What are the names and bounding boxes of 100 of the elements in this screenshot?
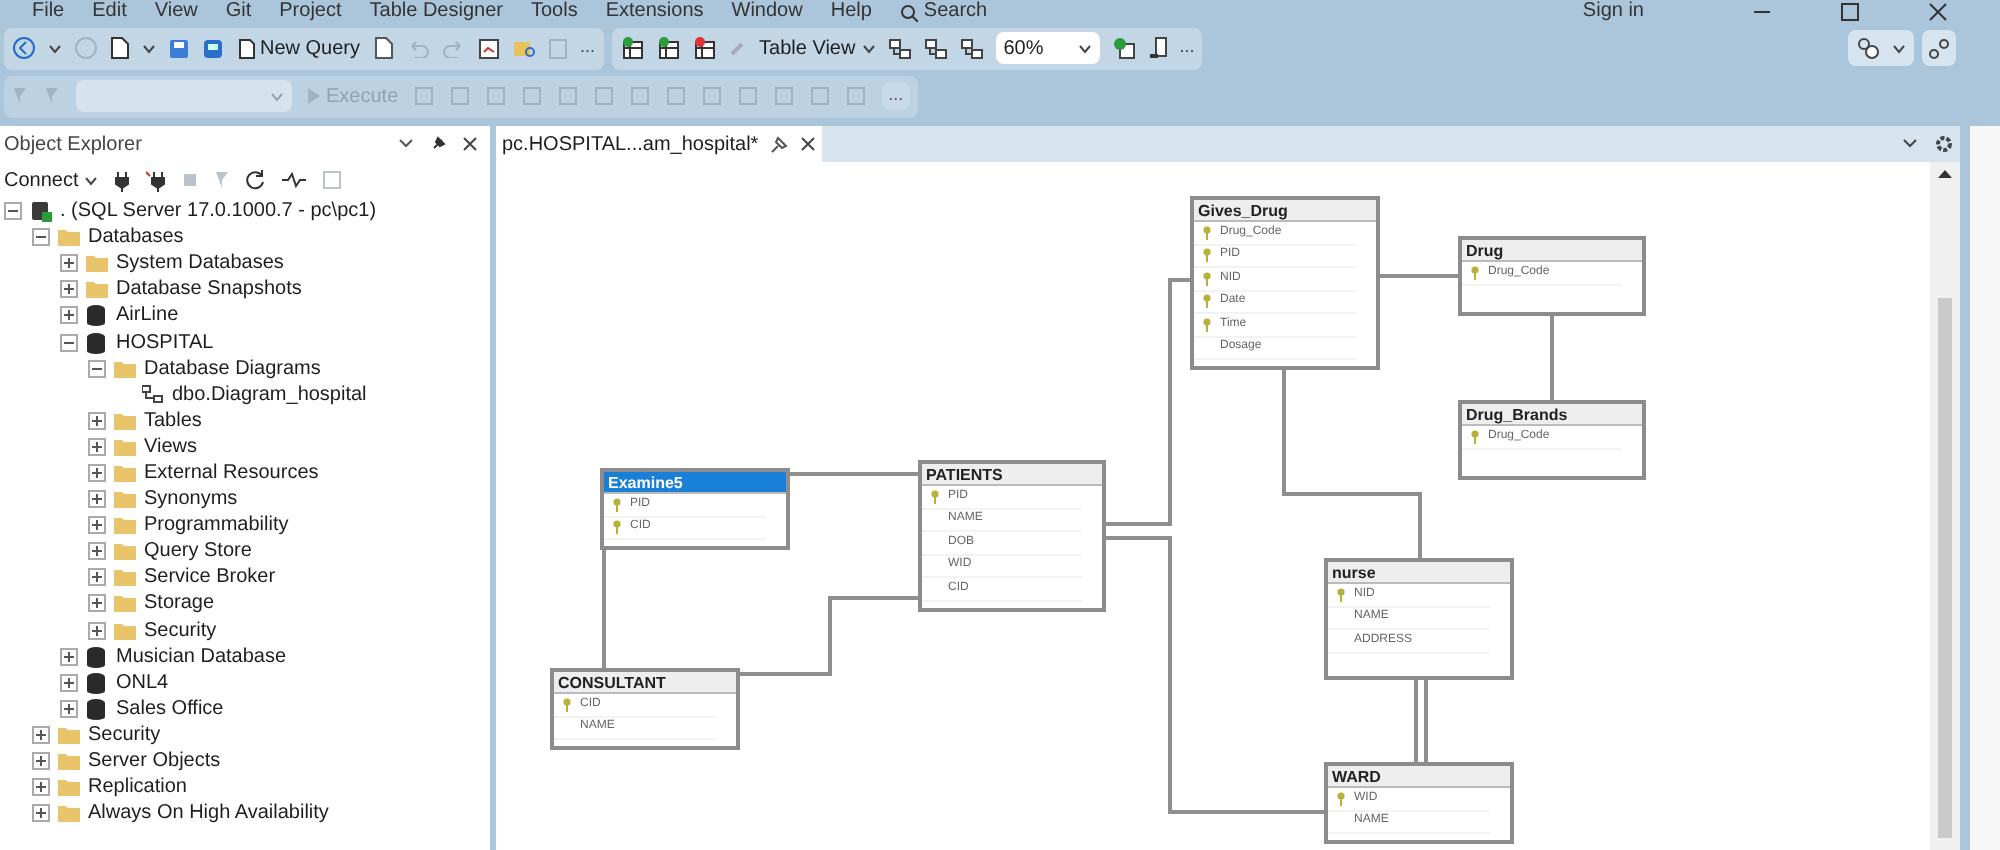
close-icon[interactable]: [1928, 2, 1948, 22]
tree-item[interactable]: Service Broker: [144, 562, 276, 593]
expander-icon[interactable]: [32, 804, 50, 823]
tree-item[interactable]: System Databases: [116, 248, 284, 279]
expander-icon[interactable]: [60, 673, 78, 692]
scrollbar-thumb[interactable]: [1938, 298, 1952, 838]
expander-icon[interactable]: [60, 333, 78, 352]
maximize-icon[interactable]: [1840, 2, 1860, 22]
menu-item[interactable]: File: [32, 0, 65, 24]
menu-item[interactable]: Extensions: [605, 0, 704, 24]
menu-item[interactable]: Table Designer: [369, 0, 503, 24]
tree-item[interactable]: Synonyms: [144, 484, 238, 515]
search-icon[interactable]: [899, 3, 918, 21]
expander-icon[interactable]: [88, 463, 106, 482]
tree-item[interactable]: . (SQL Server 17.0.1000.7 - pc\pc1): [60, 196, 377, 227]
caret-icon[interactable]: [48, 43, 62, 53]
menu-item[interactable]: Git: [225, 0, 252, 24]
menu-item[interactable]: View: [154, 0, 198, 24]
expander-icon[interactable]: [32, 778, 50, 797]
expander-icon[interactable]: [60, 647, 78, 666]
script-icon[interactable]: [1147, 36, 1168, 60]
document-icon[interactable]: [374, 36, 395, 60]
expander-icon[interactable]: [32, 228, 50, 247]
relationship-line[interactable]: [1106, 278, 1190, 526]
expander-icon[interactable]: [88, 411, 106, 430]
tree-item[interactable]: dbo.Diagram_hospital: [172, 379, 367, 410]
close-icon[interactable]: [462, 136, 478, 152]
save-icon[interactable]: [168, 37, 190, 59]
tree-item[interactable]: Storage: [144, 588, 215, 619]
tables-icon[interactable]: [887, 37, 912, 59]
tree-item[interactable]: Replication: [88, 772, 187, 803]
tree-item[interactable]: Database Snapshots: [116, 274, 302, 305]
table-title[interactable]: PATIENTS: [922, 464, 1102, 486]
back-icon[interactable]: [12, 36, 36, 60]
layout-icon[interactable]: [923, 37, 948, 59]
caret-icon[interactable]: [398, 138, 414, 150]
report-icon[interactable]: [478, 37, 501, 59]
tree-item[interactable]: Databases: [88, 222, 184, 253]
tree-item[interactable]: AirLine: [116, 300, 179, 331]
plug-icon[interactable]: [114, 169, 131, 191]
document-tab[interactable]: pc.HOSPITAL...am_hospital*: [496, 126, 823, 162]
pin-icon[interactable]: [430, 136, 446, 152]
table-title[interactable]: Drug_Brands: [1462, 404, 1642, 426]
overflow-menu[interactable]: ...: [580, 34, 596, 62]
unplug-icon[interactable]: [146, 169, 167, 191]
relationship-icon[interactable]: [1111, 36, 1136, 60]
tree-item[interactable]: Sales Office: [116, 693, 224, 724]
search-box[interactable]: Search: [899, 0, 988, 24]
table-view-button[interactable]: Table View: [759, 33, 876, 63]
new-file-icon[interactable]: [110, 36, 130, 60]
pin-icon[interactable]: [770, 135, 789, 153]
expander-icon[interactable]: [88, 490, 106, 509]
table-title[interactable]: Examine5: [604, 472, 786, 494]
expander-icon[interactable]: [32, 725, 50, 744]
activity-icon[interactable]: [282, 172, 307, 188]
tree-item[interactable]: Tables: [144, 405, 202, 436]
connect-button[interactable]: Connect: [4, 165, 99, 195]
relationship-line[interactable]: [1106, 536, 1324, 814]
folder-search-icon[interactable]: [512, 37, 537, 59]
tree-item[interactable]: Views: [144, 431, 197, 462]
caret-icon[interactable]: [1902, 138, 1918, 150]
relationship-line[interactable]: [1282, 364, 1422, 558]
menu-item[interactable]: Help: [830, 0, 872, 24]
vertical-scrollbar[interactable]: [1930, 162, 1960, 850]
expander-icon[interactable]: [60, 280, 78, 299]
menu-item[interactable]: Project: [279, 0, 342, 24]
tree-item[interactable]: Always On High Availability: [88, 798, 329, 829]
expander-icon[interactable]: [88, 621, 106, 640]
refresh-icon[interactable]: [246, 170, 267, 190]
expander-icon[interactable]: [60, 254, 78, 273]
new-query-button[interactable]: New Query: [236, 33, 363, 63]
settings-icon[interactable]: [1934, 134, 1954, 154]
tree-item[interactable]: Database Diagrams: [144, 353, 321, 384]
menu-item[interactable]: Edit: [92, 0, 127, 24]
save-all-icon[interactable]: [202, 37, 224, 59]
tree-item[interactable]: HOSPITAL: [116, 327, 214, 358]
expander-icon[interactable]: [88, 359, 106, 378]
table-title[interactable]: WARD: [1328, 766, 1510, 788]
tree-item[interactable]: Query Store: [144, 536, 252, 567]
tree-item[interactable]: Programmability: [144, 510, 289, 541]
table-title[interactable]: Gives_Drug: [1194, 200, 1376, 222]
scroll-up-icon[interactable]: [1938, 168, 1952, 178]
relationship-line[interactable]: [740, 596, 918, 676]
expander-icon[interactable]: [60, 699, 78, 718]
table-title[interactable]: CONSULTANT: [554, 672, 736, 694]
table-title[interactable]: Drug: [1462, 240, 1642, 262]
expander-icon[interactable]: [32, 752, 50, 771]
expander-icon[interactable]: [88, 542, 106, 561]
overflow-menu[interactable]: ...: [1179, 34, 1195, 62]
arrange-icon[interactable]: [959, 37, 984, 59]
tree-item[interactable]: ONL4: [116, 667, 169, 698]
remove-table-icon[interactable]: [691, 36, 716, 60]
tree-item[interactable]: Server Objects: [88, 746, 221, 777]
menu-item[interactable]: Tools: [530, 0, 578, 24]
toolbar-button[interactable]: [1848, 30, 1914, 66]
add-related-icon[interactable]: [655, 36, 680, 60]
expander-icon[interactable]: [88, 437, 106, 456]
close-icon[interactable]: [800, 136, 817, 152]
expander-icon[interactable]: [88, 516, 106, 535]
menu-item[interactable]: Window: [731, 0, 803, 24]
